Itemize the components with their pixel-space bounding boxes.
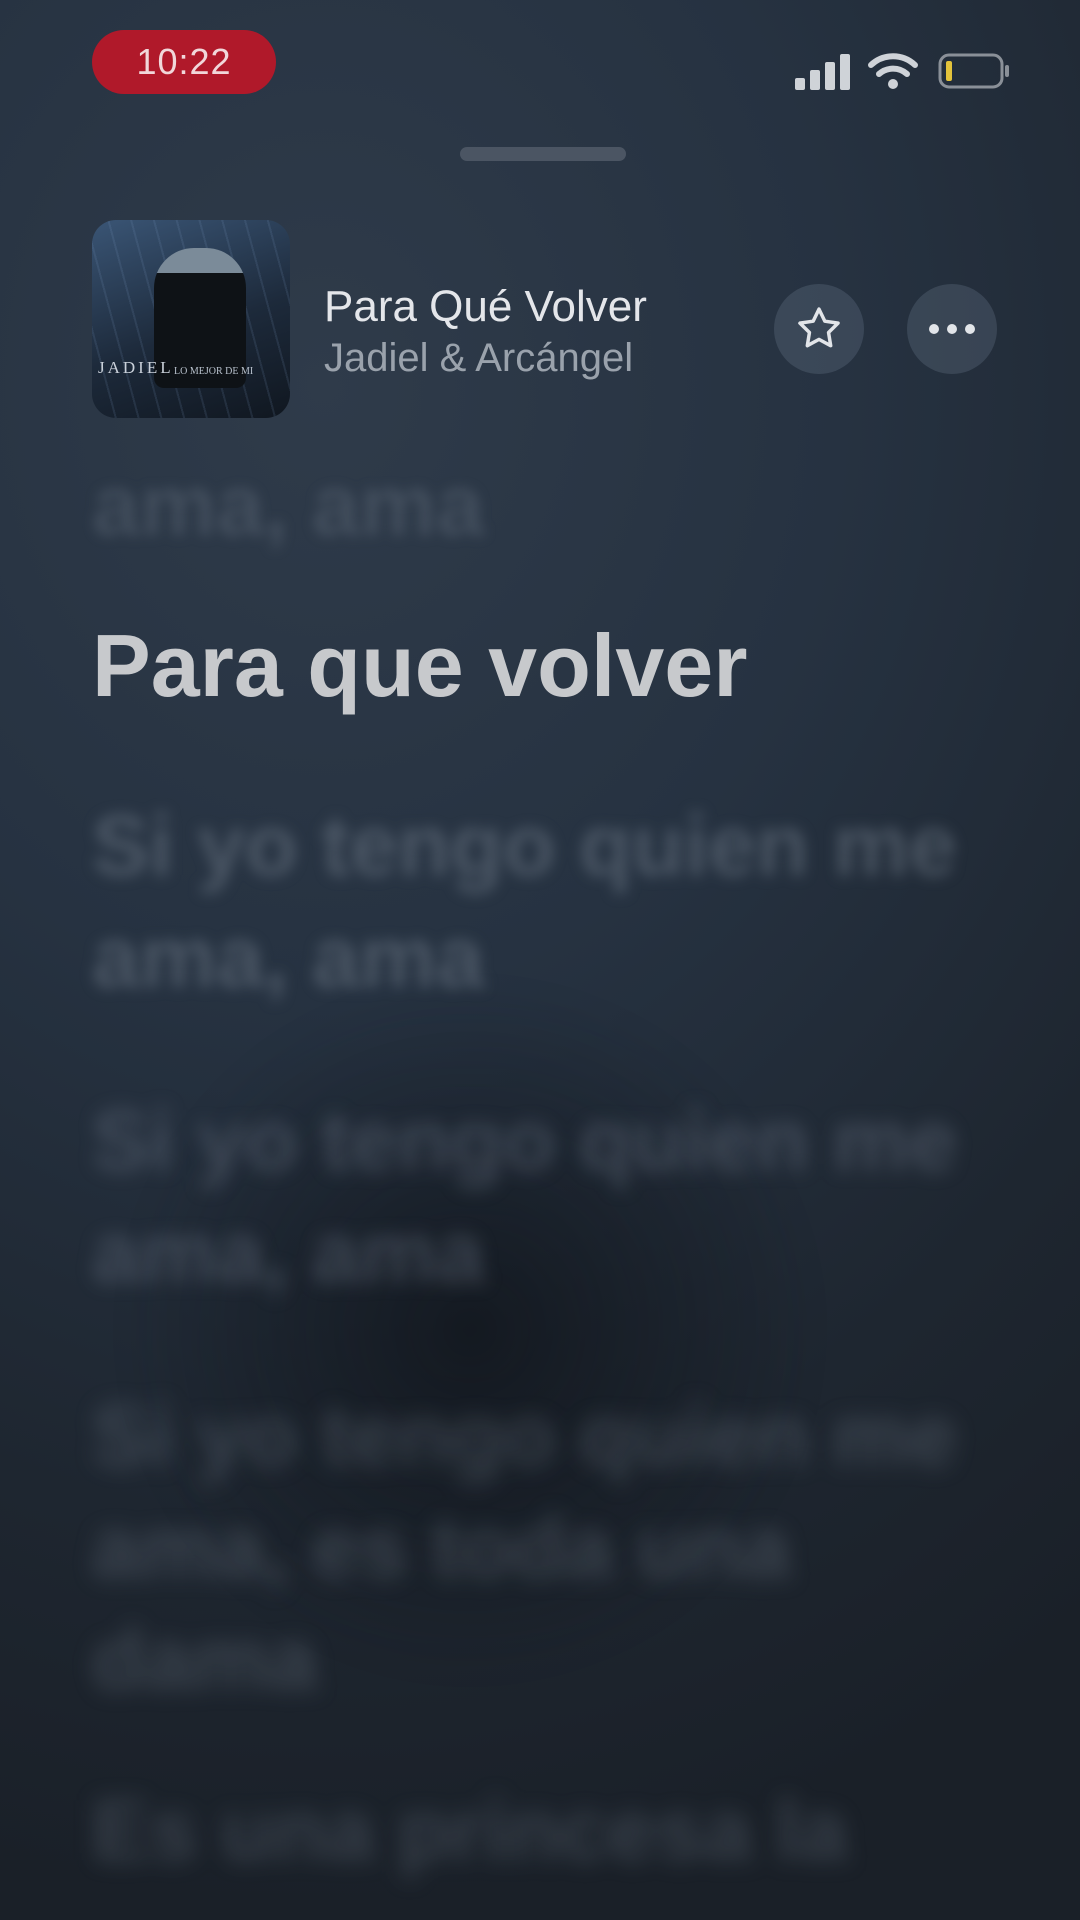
lyric-line-current[interactable]: Para que volver (92, 610, 747, 722)
album-artwork[interactable]: JADIEL LO MEJOR DE MI (92, 220, 290, 418)
lyric-line[interactable]: Si yo tengo quien me ama, ama (92, 1085, 1012, 1309)
sheet-grabber[interactable] (460, 147, 626, 161)
artwork-title: JADIEL (98, 358, 174, 377)
star-icon (798, 307, 840, 348)
artwork-subtitle: LO MEJOR DE MI (174, 366, 254, 377)
status-time[interactable]: 10:22 (92, 30, 276, 94)
lyric-line[interactable]: Si yo tengo quien me ama, es toda una da… (92, 1380, 1012, 1716)
ellipsis-icon (929, 324, 975, 334)
more-button[interactable] (907, 284, 997, 374)
song-artist[interactable]: Jadiel & Arcángel (324, 336, 633, 381)
status-bar: 10:22 (0, 0, 1080, 120)
battery-icon (938, 53, 1009, 89)
wifi-icon (868, 53, 918, 89)
song-title: Para Qué Volver (324, 282, 647, 331)
favorite-button[interactable] (774, 284, 864, 374)
now-playing-header: JADIEL LO MEJOR DE MI Para Qué Volver Ja… (0, 220, 1080, 420)
lyric-line[interactable]: Si yo tengo quien me ama, ama (92, 790, 1012, 1014)
lyric-line[interactable]: Es una princesa la (92, 1775, 847, 1887)
signal-icon (795, 52, 851, 90)
lyric-line-previous[interactable]: ama, ama (92, 450, 484, 562)
